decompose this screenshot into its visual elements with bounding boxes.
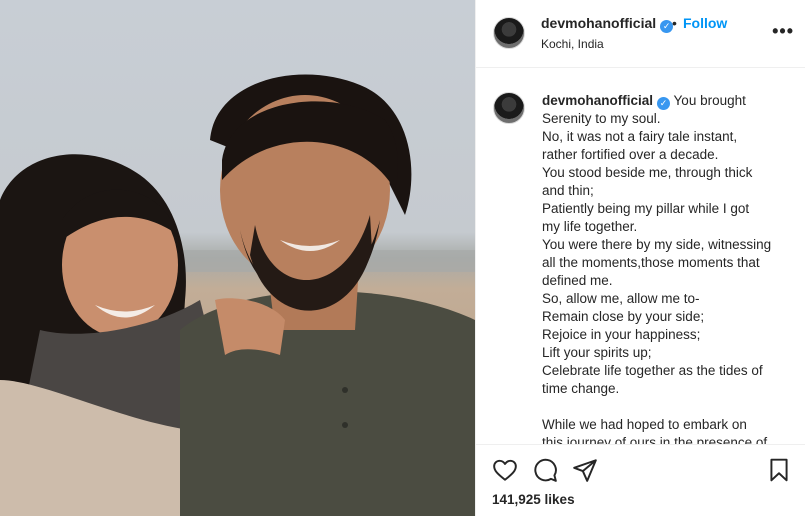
caption-author-avatar[interactable] [493, 92, 525, 124]
caption-line: You were there by my side, witnessing [542, 237, 772, 252]
caption-line: Lift your spirits up; [542, 345, 652, 360]
post-header: devmohanofficial ✓ • Follow Kochi, India … [476, 0, 805, 68]
post-actions-bar: 141,925 likes [476, 444, 805, 516]
separator-dot: • [672, 15, 677, 31]
caption-username[interactable]: devmohanofficial [542, 93, 653, 108]
caption-line: Patiently being my pillar while I got [542, 201, 750, 216]
instagram-post: devmohanofficial ✓ • Follow Kochi, India … [0, 0, 805, 516]
author-username[interactable]: devmohanofficial [541, 15, 656, 31]
caption-line: No, it was not a fairy tale instant, [542, 129, 738, 144]
more-options-icon[interactable]: ••• [772, 22, 794, 40]
post-photo[interactable] [0, 0, 475, 516]
caption-line: You stood beside me, through thick [542, 165, 753, 180]
likes-count[interactable]: 141,925 likes [492, 492, 575, 507]
photo-illustration [0, 0, 475, 516]
caption-line: rather fortified over a decade. [542, 147, 719, 162]
caption-verified-badge-icon: ✓ [657, 97, 671, 110]
caption-line: So, allow me, allow me to- [542, 291, 700, 306]
caption-line: this journey of ours in the presence of [542, 435, 768, 444]
post-caption: devmohanofficial ✓ You brought Serenity t… [542, 92, 788, 444]
caption-line: Serenity to my soul. [542, 111, 661, 126]
caption-line: Remain close by your side; [542, 309, 705, 324]
author-username-row: devmohanofficial ✓ [541, 15, 674, 33]
caption-line: Rejoice in your happiness; [542, 327, 701, 342]
post-location[interactable]: Kochi, India [541, 37, 604, 51]
caption-line: defined me. [542, 273, 613, 288]
caption-line: You brought [673, 93, 746, 108]
author-avatar[interactable] [493, 17, 525, 49]
caption-line: While we had hoped to embark on [542, 417, 747, 432]
heart-icon[interactable] [492, 457, 518, 483]
bookmark-icon[interactable] [766, 457, 792, 483]
caption-line: all the moments,those moments that [542, 255, 760, 270]
comment-icon[interactable] [532, 457, 558, 483]
post-side-panel: devmohanofficial ✓ • Follow Kochi, India … [475, 0, 805, 516]
caption-line: ​ [542, 398, 788, 416]
caption-line: time change. [542, 381, 620, 396]
caption-line: my life together. [542, 219, 638, 234]
caption-line: and thin; [542, 183, 594, 198]
paper-plane-icon[interactable] [572, 457, 598, 483]
follow-button[interactable]: Follow [683, 15, 727, 31]
comments-section[interactable]: devmohanofficial ✓ You brought Serenity t… [476, 68, 805, 444]
caption-line: Celebrate life together as the tides of [542, 363, 763, 378]
